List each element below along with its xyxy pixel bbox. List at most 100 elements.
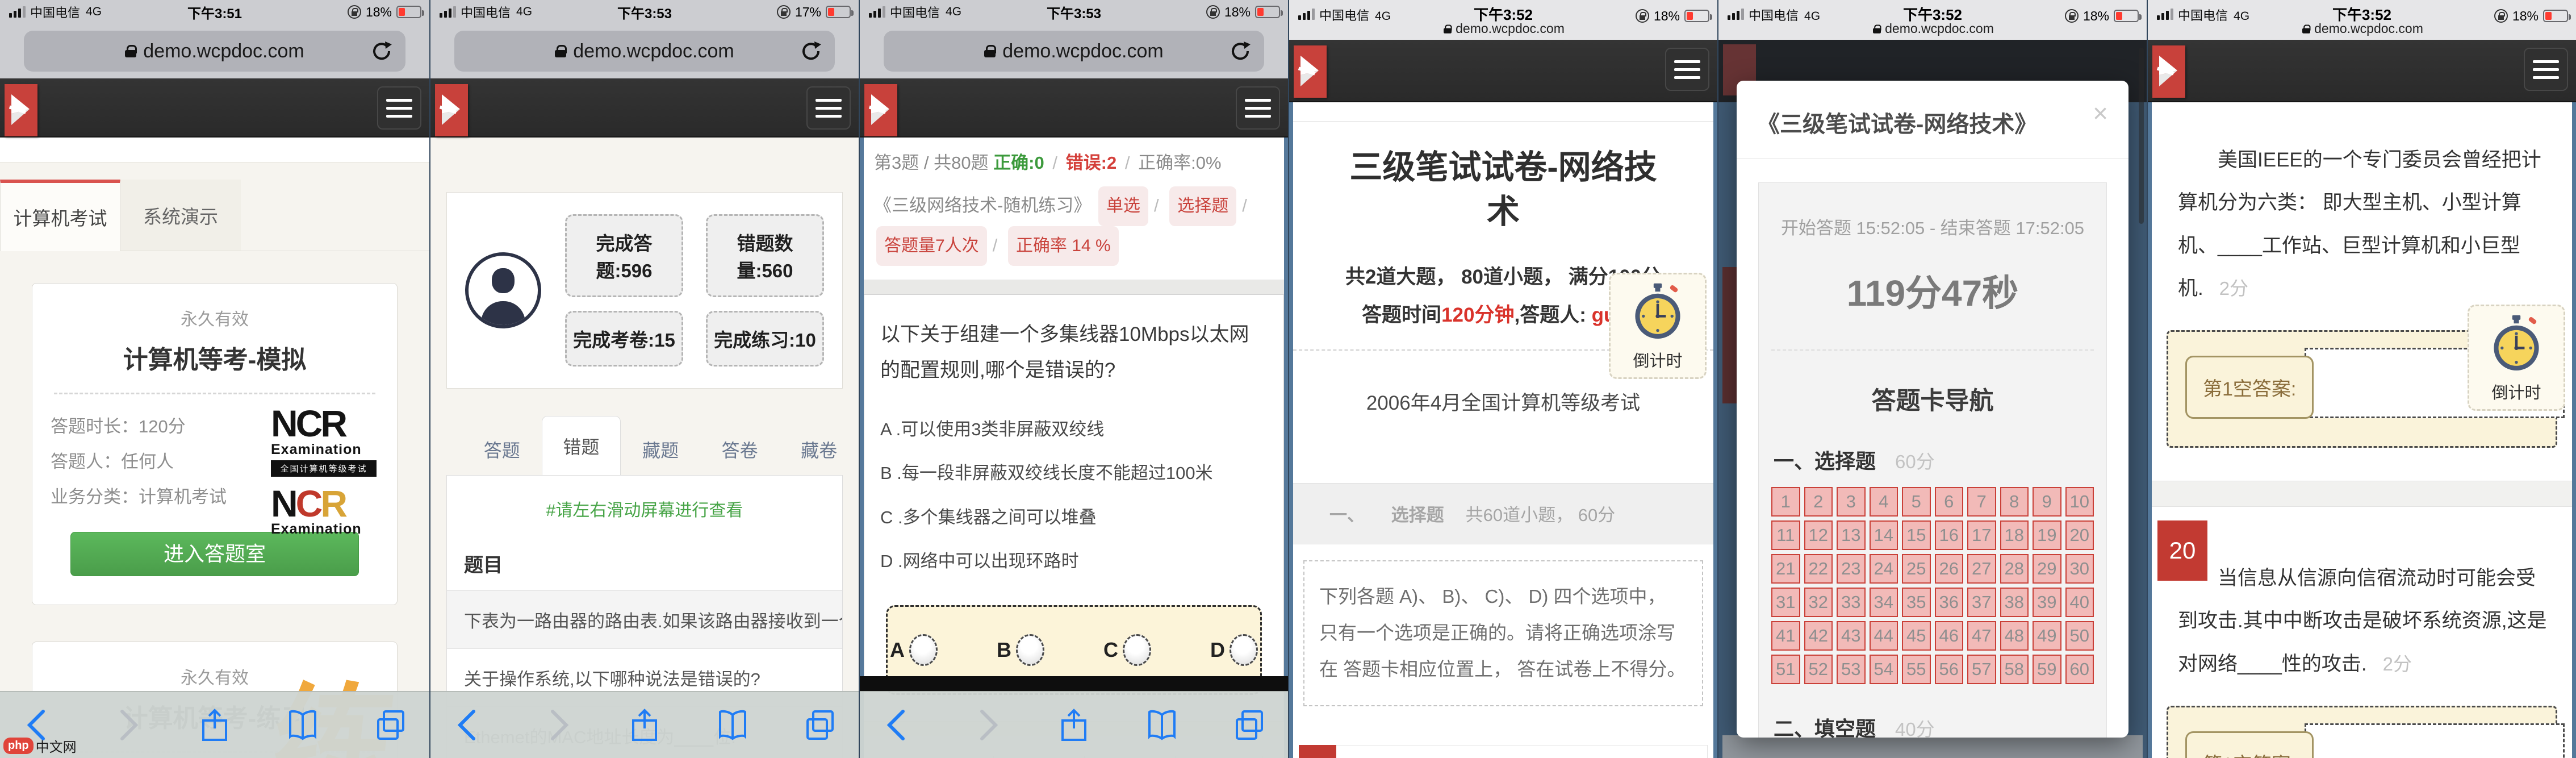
scrollbar[interactable]	[2139, 48, 2144, 224]
enter-exam-room-button[interactable]: 进入答题室	[70, 532, 359, 576]
answer-card-cell-53[interactable]: 53	[1837, 655, 1866, 684]
answer-card-cell-2[interactable]: 2	[1804, 487, 1833, 517]
share-icon[interactable]	[626, 707, 663, 743]
answer-card-cell-54[interactable]: 54	[1870, 655, 1898, 684]
answer-card-cell-56[interactable]: 56	[1935, 655, 1964, 684]
answer-card-cell-50[interactable]: 50	[2065, 621, 2094, 651]
bookmarks-icon[interactable]	[714, 707, 751, 743]
tabs-icon[interactable]	[373, 707, 409, 743]
answer-card-cell-26[interactable]: 26	[1935, 554, 1964, 584]
answer-card-cell-32[interactable]: 32	[1804, 588, 1833, 617]
address-bar-compact[interactable]: demo.wcpdoc.com	[1718, 20, 2147, 36]
answer-card-cell-60[interactable]: 60	[2065, 655, 2094, 684]
answer-card-cell-12[interactable]: 12	[1804, 520, 1833, 550]
address-bar-compact[interactable]: demo.wcpdoc.com	[2148, 20, 2576, 36]
answer-card-cell-13[interactable]: 13	[1837, 520, 1866, 550]
answer-card-cell-14[interactable]: 14	[1870, 520, 1898, 550]
answer-card-cell-41[interactable]: 41	[1771, 621, 1800, 651]
answer-card-cell-34[interactable]: 34	[1870, 588, 1898, 617]
answer-card-cell-30[interactable]: 30	[2065, 554, 2094, 584]
answer-card-cell-46[interactable]: 46	[1935, 621, 1964, 651]
answer-card-cell-10[interactable]: 10	[2065, 487, 2094, 517]
share-icon[interactable]	[196, 707, 233, 743]
answer-card-cell-47[interactable]: 47	[1967, 621, 1996, 651]
answer-input[interactable]	[2305, 723, 2565, 758]
app-logo-icon[interactable]	[435, 84, 468, 136]
tab-answering[interactable]: 答题	[462, 424, 542, 475]
answer-card-cell-38[interactable]: 38	[2000, 588, 2029, 617]
answer-card-cell-45[interactable]: 45	[1902, 621, 1931, 651]
answer-choice[interactable]: B	[997, 634, 1044, 666]
bookmarks-icon[interactable]	[285, 707, 321, 743]
answer-card-cell-3[interactable]: 3	[1837, 487, 1866, 517]
reload-icon[interactable]	[800, 40, 822, 63]
answer-card-cell-40[interactable]: 40	[2065, 588, 2094, 617]
answer-card-cell-49[interactable]: 49	[2033, 621, 2061, 651]
forward-icon[interactable]	[108, 707, 145, 743]
forward-icon[interactable]	[539, 707, 575, 743]
answer-card-cell-9[interactable]: 9	[2033, 487, 2061, 517]
hamburger-menu-button[interactable]	[1665, 48, 1709, 91]
answer-card-cell-21[interactable]: 21	[1771, 554, 1800, 584]
answer-card-cell-52[interactable]: 52	[1804, 655, 1833, 684]
answer-card-cell-1[interactable]: 1	[1771, 487, 1800, 517]
answer-card-cell-58[interactable]: 58	[2000, 655, 2029, 684]
share-icon[interactable]	[1056, 707, 1092, 743]
answer-card-cell-57[interactable]: 57	[1967, 655, 1996, 684]
answer-card-cell-22[interactable]: 22	[1804, 554, 1833, 584]
answer-card-cell-19[interactable]: 19	[2033, 520, 2061, 550]
answer-card-cell-24[interactable]: 24	[1870, 554, 1898, 584]
answer-card-cell-6[interactable]: 6	[1935, 487, 1964, 517]
answer-card-cell-25[interactable]: 25	[1902, 554, 1931, 584]
answer-card-cell-11[interactable]: 11	[1771, 520, 1800, 550]
answer-card-cell-51[interactable]: 51	[1771, 655, 1800, 684]
question-row[interactable]: 下表为一路由器的路由表.如果该路由器接收到一个源IP地址为1	[447, 591, 842, 649]
answer-card-cell-33[interactable]: 33	[1837, 588, 1866, 617]
hamburger-menu-button[interactable]	[377, 86, 421, 130]
answer-card-cell-37[interactable]: 37	[1967, 588, 1996, 617]
answer-card-cell-43[interactable]: 43	[1837, 621, 1866, 651]
forward-icon[interactable]	[968, 707, 1005, 743]
app-logo-icon[interactable]	[864, 84, 897, 136]
answer-card-cell-15[interactable]: 15	[1902, 520, 1931, 550]
reload-icon[interactable]	[1229, 40, 1252, 63]
countdown-timer-widget[interactable]: 倒计时	[2468, 305, 2565, 411]
answer-card-cell-17[interactable]: 17	[1967, 520, 1996, 550]
answer-choice[interactable]: C	[1103, 634, 1151, 666]
tabs-icon[interactable]	[802, 707, 838, 743]
address-bar[interactable]: demo.wcpdoc.com	[454, 31, 835, 72]
tab-computer-exam[interactable]: 计算机考试	[0, 180, 120, 251]
answer-card-cell-39[interactable]: 39	[2033, 588, 2061, 617]
answer-card-cell-48[interactable]: 48	[2000, 621, 2029, 651]
hamburger-menu-button[interactable]	[2524, 48, 2568, 91]
answer-card-cell-36[interactable]: 36	[1935, 588, 1964, 617]
answer-card-cell-59[interactable]: 59	[2033, 655, 2061, 684]
address-bar[interactable]: demo.wcpdoc.com	[24, 31, 405, 72]
answer-card-cell-18[interactable]: 18	[2000, 520, 2029, 550]
app-logo-icon[interactable]	[2152, 45, 2185, 98]
answer-choice[interactable]: D	[1210, 634, 1258, 666]
tabs-icon[interactable]	[1231, 707, 1268, 743]
answer-choice[interactable]: A	[890, 634, 938, 666]
answer-card-cell-16[interactable]: 16	[1935, 520, 1964, 550]
tab-saved-questions[interactable]: 藏题	[621, 424, 700, 475]
answer-card-cell-7[interactable]: 7	[1967, 487, 1996, 517]
tab-answer-sheets[interactable]: 答卷	[700, 424, 780, 475]
answer-card-cell-44[interactable]: 44	[1870, 621, 1898, 651]
answer-card-cell-5[interactable]: 5	[1902, 487, 1931, 517]
answer-card-cell-29[interactable]: 29	[2033, 554, 2061, 584]
hamburger-menu-button[interactable]	[806, 86, 851, 130]
answer-card-cell-4[interactable]: 4	[1870, 487, 1898, 517]
answer-card-cell-20[interactable]: 20	[2065, 520, 2094, 550]
reload-icon[interactable]	[370, 40, 393, 63]
app-logo-icon[interactable]	[1294, 45, 1327, 98]
answer-card-cell-27[interactable]: 27	[1967, 554, 1996, 584]
answer-card-cell-31[interactable]: 31	[1771, 588, 1800, 617]
tab-wrong[interactable]: 错题	[542, 416, 621, 475]
close-icon[interactable]: ×	[2093, 100, 2108, 126]
tab-system-demo[interactable]: 系统演示	[120, 180, 241, 251]
address-bar-compact[interactable]: demo.wcpdoc.com	[1289, 20, 1717, 36]
answer-card-cell-55[interactable]: 55	[1902, 655, 1931, 684]
hamburger-menu-button[interactable]	[1236, 86, 1280, 130]
back-icon[interactable]	[880, 707, 917, 743]
